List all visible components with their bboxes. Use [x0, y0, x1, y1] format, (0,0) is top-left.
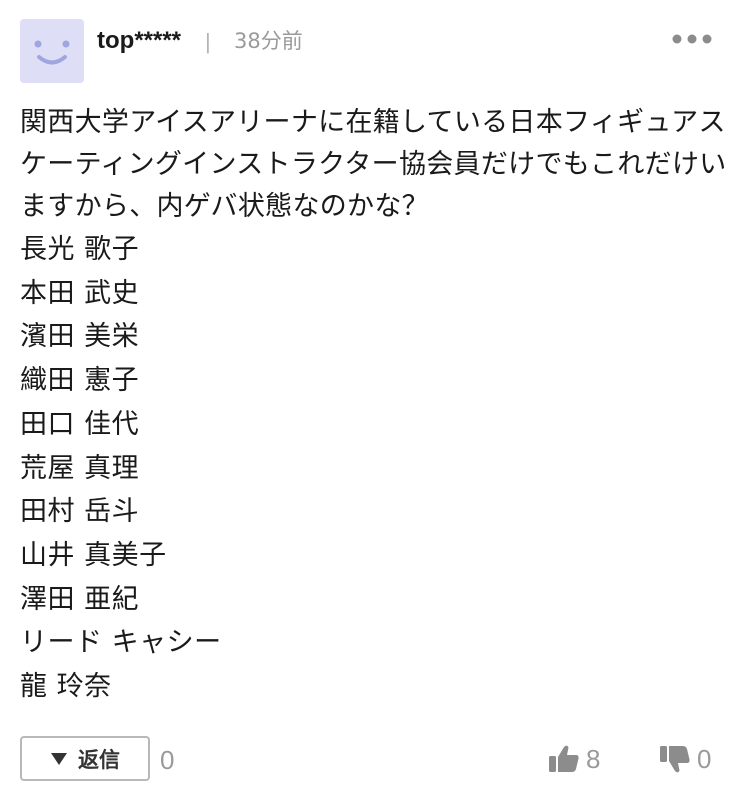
reply-label: 返信 [78, 747, 120, 772]
thumbs-down-icon [660, 746, 690, 773]
list-item: 長光 歌子 [20, 234, 140, 265]
list-item: 田村 岳斗 [20, 496, 140, 528]
reply-count: 0 [160, 745, 175, 775]
list-item: 荒屋 真理 [20, 452, 140, 484]
list-item: 本田 武史 [20, 277, 140, 309]
name-list: 長光 歌子 本田 武史 濱田 美栄 織田 憲子 田口 佳代 荒屋 真理 田村 岳… [20, 228, 732, 709]
dislike-button[interactable]: 0 [659, 742, 711, 776]
list-item: 田口 佳代 [20, 408, 140, 440]
post-time: 38分前 [234, 29, 303, 53]
triangle-down-icon [50, 752, 68, 766]
header-separator: | [205, 29, 211, 54]
list-item: リード キャシー [20, 627, 222, 659]
list-item: 澤田 亜紀 [20, 583, 140, 615]
list-item: 濱田 美栄 [20, 321, 140, 353]
list-item: 山井 真美子 [20, 539, 167, 571]
comment-text: 関西大学アイスアリーナに在籍している日本フィギュアスケーティングインストラクター… [20, 107, 727, 222]
list-item: 龍 玲奈 [20, 671, 112, 703]
list-item: 織田 憲子 [20, 365, 140, 397]
smiley-face-icon [34, 40, 70, 65]
like-button[interactable]: 8 [548, 742, 600, 776]
username[interactable]: top***** [97, 26, 181, 56]
comment-body: 関西大学アイスアリーナに在籍している日本フィギュアスケーティングインストラクター… [20, 102, 732, 709]
more-dots-icon [672, 34, 712, 44]
more-options-button[interactable] [668, 26, 716, 52]
thumbs-up-icon [549, 745, 579, 772]
dislike-count: 0 [697, 744, 712, 774]
reply-button[interactable]: 返信 [20, 736, 150, 781]
like-count: 8 [586, 744, 601, 774]
user-avatar[interactable] [20, 19, 84, 83]
